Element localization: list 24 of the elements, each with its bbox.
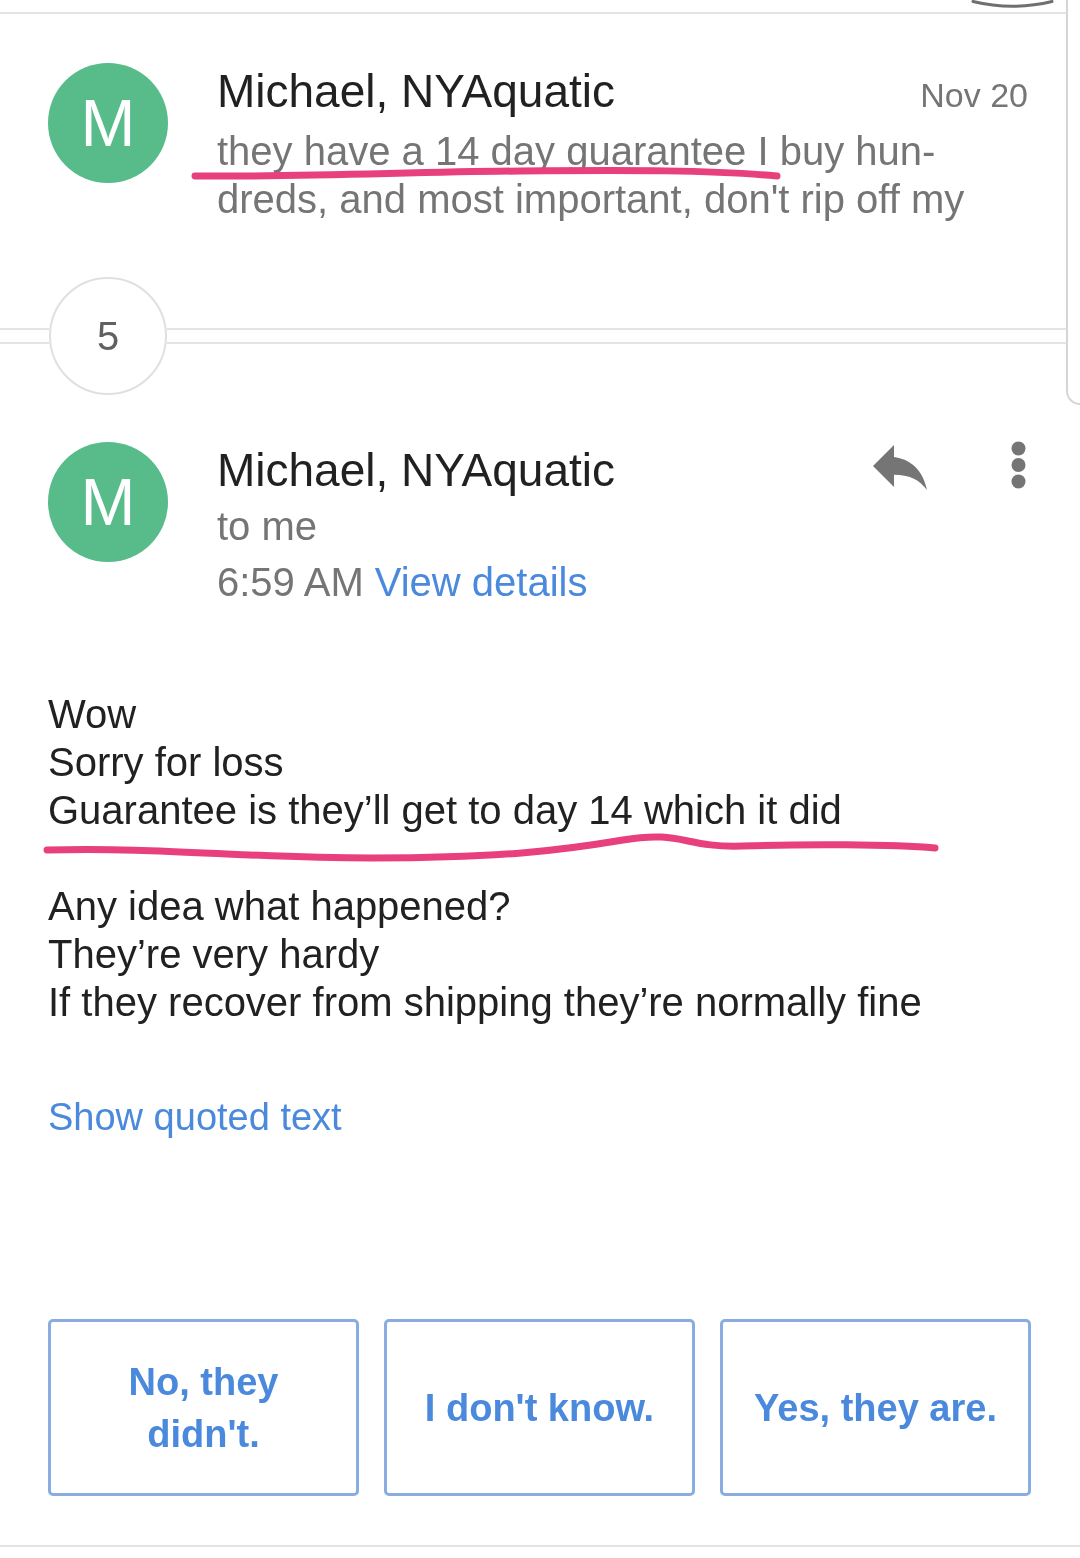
show-quoted-text-link[interactable]: Show quoted text <box>48 1093 342 1141</box>
message-snippet-line: they have a 14 day guarantee I buy hun- <box>217 128 936 175</box>
message-body-line: If they recover from shipping they’re normally fine <box>48 979 922 1026</box>
recipient-text: to me <box>217 503 318 550</box>
message-body-line: Any idea what happened? <box>48 883 511 930</box>
sender-avatar: M <box>48 442 168 562</box>
message-body-line: Sorry for loss <box>48 739 284 786</box>
sender-avatar: M <box>48 63 168 183</box>
smart-reply-button[interactable]: I don't know. <box>384 1319 695 1496</box>
double-divider-line <box>0 328 49 344</box>
message-body-line: They’re very hardy <box>48 931 380 978</box>
message-snippet-line: dreds, and most important, don't rip off my <box>217 176 965 223</box>
message-time: 6:59 AM <box>217 559 364 606</box>
sender-name: Michael, NYAquatic <box>217 443 615 498</box>
reply-icon[interactable] <box>873 445 927 490</box>
more-options-icon[interactable] <box>1011 441 1026 489</box>
message-date: Nov 20 <box>920 75 1028 115</box>
sender-name: Michael, NYAquatic <box>217 64 615 119</box>
collapsed-messages-count[interactable]: 5 <box>49 277 167 395</box>
message-body-line: Wow <box>48 691 137 738</box>
smart-reply-button[interactable]: No, they didn't. <box>48 1319 359 1496</box>
view-details-link[interactable]: View details <box>374 554 588 610</box>
smart-reply-button[interactable]: Yes, they are. <box>720 1319 1031 1496</box>
message-body-line: Guarantee is they’ll get to day 14 which it did <box>48 787 842 834</box>
